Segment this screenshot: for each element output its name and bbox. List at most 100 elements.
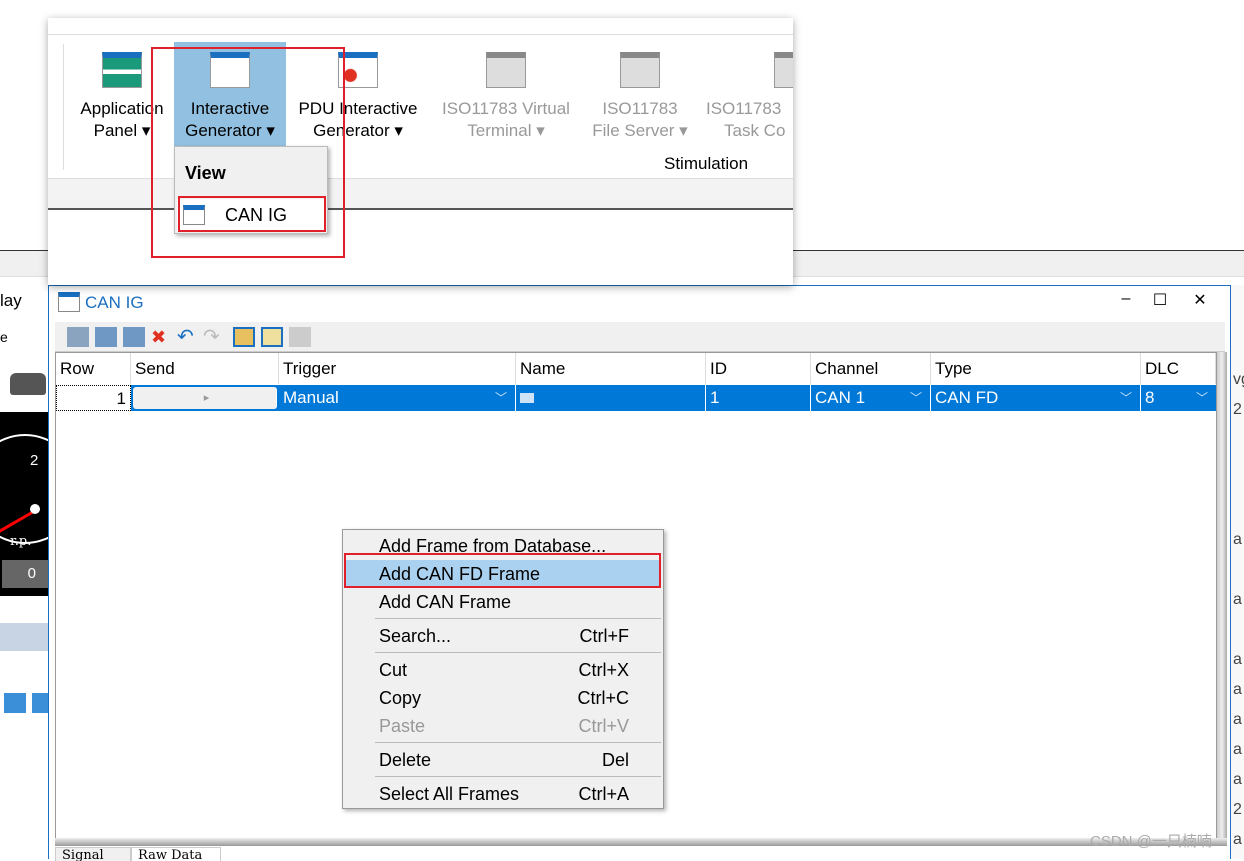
add-can-frame-icon[interactable] — [123, 327, 145, 347]
menu-separator — [375, 742, 661, 743]
left-pane-selected-row — [0, 623, 48, 651]
right-pane-cell: vg — [1233, 371, 1244, 388]
menu-shortcut: Del — [601, 750, 629, 770]
ribbon-group-label: Stimulation — [664, 154, 749, 173]
right-pane-cell: a — [1233, 681, 1242, 698]
column-header-id[interactable]: ID — [706, 353, 811, 384]
dlc-dropdown[interactable]: 8 ﹀ — [1141, 385, 1216, 411]
highlight-box — [178, 196, 326, 232]
menu-item-select-all-frames[interactable]: Select All Frames Ctrl+A — [345, 780, 661, 808]
table-row[interactable]: 1 ▸ Manual ﹀ 1 CAN 1 ﹀ CAN FD ﹀ 8 ﹀ — [56, 385, 1216, 411]
button-label: ISO11783 Virtual — [442, 99, 570, 118]
minimize-button[interactable]: – — [1111, 290, 1141, 308]
menu-item-copy[interactable]: Copy Ctrl+C — [345, 684, 661, 712]
gauge-tick: 2 — [30, 452, 39, 469]
menu-item-delete[interactable]: Delete Del — [345, 746, 661, 774]
graphics-icon[interactable] — [261, 327, 283, 347]
menu-item-add-can-frame[interactable]: Add CAN Frame — [345, 588, 661, 616]
column-header-dlc[interactable]: DLC — [1141, 353, 1216, 384]
menu-item-label: Cut — [379, 660, 408, 680]
column-header-row[interactable]: Row — [56, 353, 131, 384]
horizontal-splitter[interactable] — [55, 838, 1227, 846]
menu-shortcut: Ctrl+A — [578, 784, 629, 804]
right-pane-cell: a — [1233, 651, 1242, 668]
maximize-button[interactable]: ☐ — [1145, 290, 1175, 310]
menu-separator — [375, 776, 661, 777]
button-label: File Server ▾ — [592, 121, 688, 140]
name-cell[interactable] — [516, 385, 706, 411]
menu-shortcut: Ctrl+C — [577, 688, 629, 708]
menu-separator — [375, 618, 661, 619]
type-value: CAN FD — [935, 388, 999, 407]
button-label: ISO11783 — [706, 99, 782, 118]
iso11783-file-server-button[interactable]: ISO11783 File Server ▾ — [584, 42, 696, 162]
vertical-splitter[interactable] — [1217, 352, 1227, 840]
right-pane-cell: a — [1233, 711, 1242, 728]
dlc-value: 8 — [1145, 388, 1155, 407]
menu-shortcut: Ctrl+F — [579, 626, 630, 646]
add-can-fd-frame-icon[interactable] — [95, 327, 117, 347]
menu-item-paste[interactable]: Paste Ctrl+V — [345, 712, 661, 740]
task-controller-icon — [774, 52, 793, 88]
menu-item-label: Paste — [379, 716, 426, 736]
folder-icon[interactable] — [32, 693, 48, 713]
menu-item-label: Add CAN Frame — [379, 592, 512, 612]
column-header-send[interactable]: Send — [131, 353, 279, 384]
window-title: CAN IG — [85, 293, 144, 312]
application-panel-icon — [102, 52, 142, 88]
button-label: ISO11783 — [602, 99, 678, 118]
file-server-icon — [620, 52, 660, 88]
right-pane-cell: a — [1233, 771, 1242, 788]
chevron-down-icon: ﹀ — [909, 391, 922, 405]
left-pane-title: lay — [0, 291, 22, 310]
column-header-type[interactable]: Type — [931, 353, 1141, 384]
car-icon — [10, 373, 46, 395]
folder-mail-icon[interactable] — [4, 693, 26, 713]
menu-item-search[interactable]: Search... Ctrl+F — [345, 622, 661, 650]
right-pane-cell: 2 — [1233, 401, 1242, 418]
trigger-value: Manual — [283, 388, 339, 407]
iso11783-virtual-terminal-button[interactable]: ISO11783 Virtual Terminal ▾ — [434, 42, 578, 162]
right-pane-cell: a — [1233, 531, 1242, 548]
id-cell[interactable]: 1 — [706, 385, 811, 411]
menu-item-label: Delete — [379, 750, 432, 770]
signal-view-icon[interactable] — [233, 327, 255, 347]
ribbon-popup: Application Panel ▾ Interactive Generato… — [48, 18, 793, 285]
right-pane-cell: 2 — [1233, 801, 1242, 818]
row-number-cell[interactable]: 1 — [56, 385, 131, 411]
sync-icon[interactable] — [289, 327, 311, 347]
channel-dropdown[interactable]: CAN 1 ﹀ — [811, 385, 931, 411]
rpm-gauge: 2 r.p. 0 — [0, 412, 48, 596]
undo-icon[interactable]: ↶ — [177, 327, 199, 347]
menu-separator — [375, 652, 661, 653]
send-button[interactable]: ▸ — [133, 387, 277, 409]
right-pane-cell: a — [1233, 831, 1242, 848]
menu-item-label: Search... — [379, 626, 452, 646]
redo-icon[interactable]: ↷ — [203, 327, 225, 347]
add-frame-from-database-icon[interactable] — [67, 327, 89, 347]
chevron-down-icon: ﹀ — [494, 391, 507, 405]
toolbar: ✖ ↶ ↷ — [55, 322, 1225, 352]
button-label: Task Co — [724, 121, 786, 140]
menu-item-cut[interactable]: Cut Ctrl+X — [345, 656, 661, 684]
menu-shortcut: Ctrl+X — [578, 660, 629, 680]
frame-fd-icon — [520, 393, 534, 403]
left-pane-label: e — [0, 329, 8, 345]
type-dropdown[interactable]: CAN FD ﹀ — [931, 385, 1141, 411]
can-ig-icon — [58, 292, 80, 312]
trigger-dropdown[interactable]: Manual ﹀ — [279, 385, 516, 411]
menu-item-label: Copy — [379, 688, 422, 708]
right-pane-cell: a — [1233, 591, 1242, 608]
menu-item-label: Select All Frames — [379, 784, 520, 804]
column-header-trigger[interactable]: Trigger — [279, 353, 516, 384]
gauge-unit: r.p. — [10, 534, 32, 549]
chevron-down-icon: ﹀ — [1119, 391, 1132, 405]
close-button[interactable]: ✕ — [1185, 290, 1215, 310]
delete-icon[interactable]: ✖ — [151, 327, 173, 347]
column-header-channel[interactable]: Channel — [811, 353, 931, 384]
column-header-name[interactable]: Name — [516, 353, 706, 384]
button-label: Terminal ▾ — [467, 121, 545, 140]
virtual-terminal-icon — [486, 52, 526, 88]
chevron-down-icon: ﹀ — [1195, 391, 1208, 405]
iso11783-task-controller-button[interactable]: ISO11783 Task Co — [706, 42, 793, 162]
